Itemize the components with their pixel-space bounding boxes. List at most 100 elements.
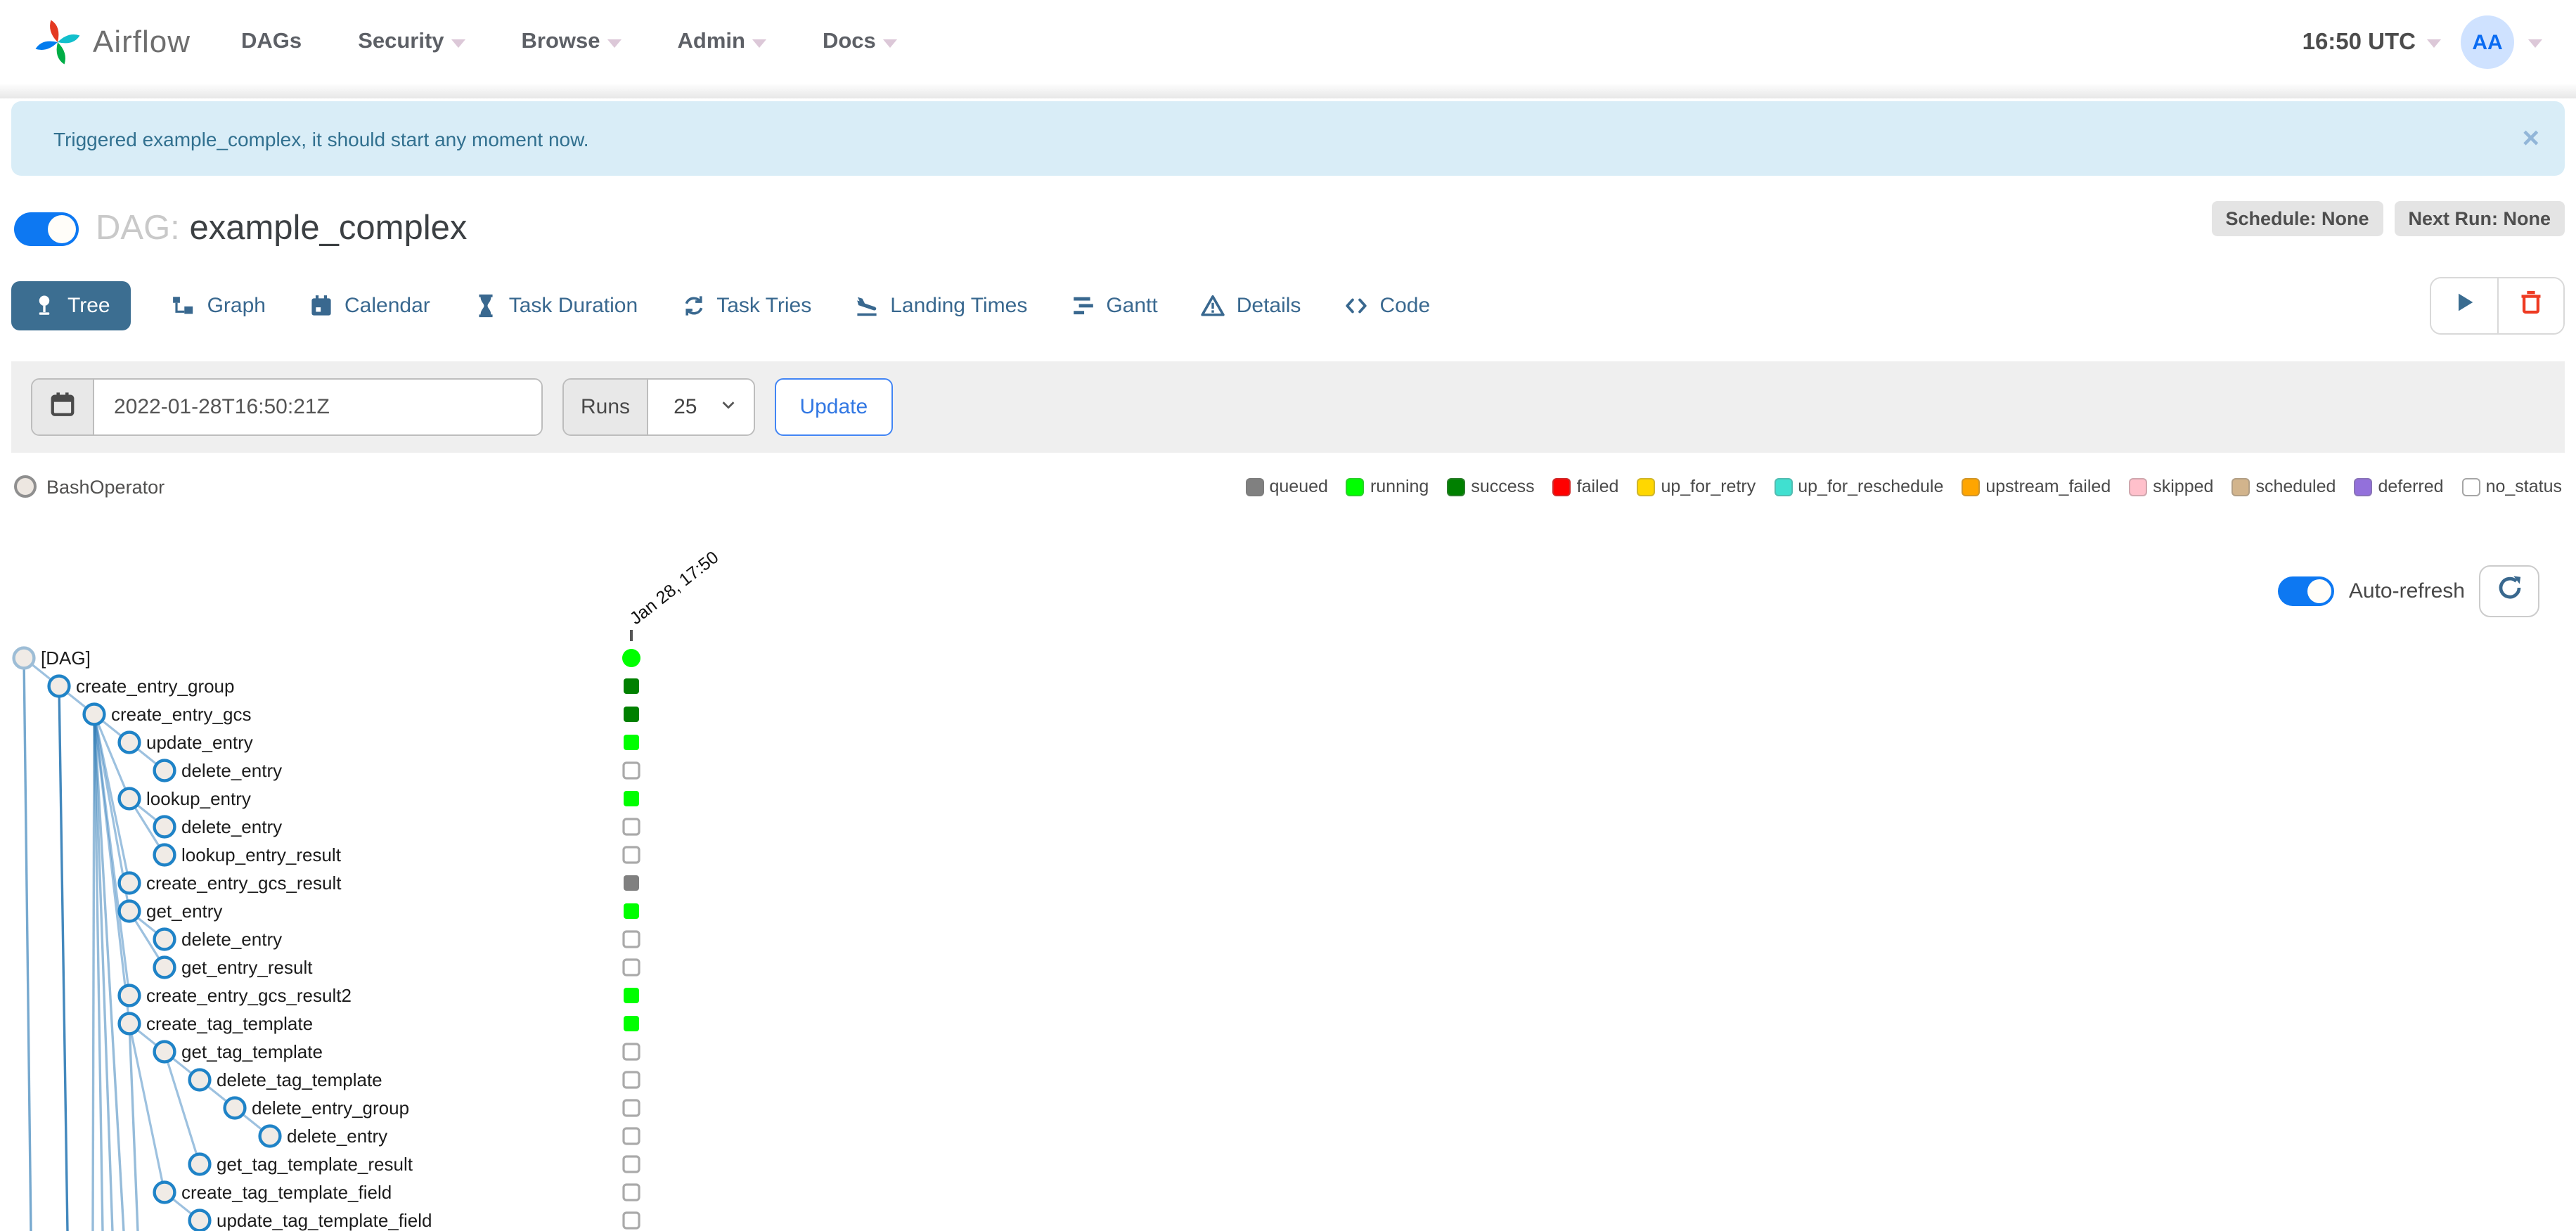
legend-item-upstream_failed[interactable]: upstream_failed bbox=[1962, 477, 2111, 496]
calendar-addon[interactable] bbox=[32, 380, 94, 434]
dag-pause-toggle[interactable] bbox=[14, 212, 79, 246]
legend-item-scheduled[interactable]: scheduled bbox=[2232, 477, 2336, 496]
nav-item-docs[interactable]: Docs bbox=[823, 30, 897, 55]
task-status-square[interactable] bbox=[622, 1071, 640, 1089]
task-node[interactable] bbox=[153, 759, 176, 782]
legend-item-queued[interactable]: queued bbox=[1245, 477, 1328, 496]
task-status-square[interactable] bbox=[622, 1127, 640, 1145]
auto-refresh-toggle[interactable] bbox=[2278, 576, 2335, 606]
task-node[interactable] bbox=[258, 1124, 282, 1148]
nav-item-security[interactable]: Security bbox=[358, 30, 465, 55]
nav-item-browse[interactable]: Browse bbox=[522, 30, 622, 55]
task-node[interactable] bbox=[188, 1068, 212, 1092]
task-status-square[interactable] bbox=[622, 761, 640, 780]
legend-item-up_for_retry[interactable]: up_for_retry bbox=[1637, 477, 1756, 496]
task-node[interactable] bbox=[12, 646, 36, 670]
legend-item-no_status[interactable]: no_status bbox=[2461, 477, 2562, 496]
task-label[interactable]: create_tag_template bbox=[146, 1013, 313, 1034]
user-menu[interactable]: AA bbox=[2461, 15, 2542, 69]
task-node[interactable] bbox=[153, 1040, 176, 1064]
tab-task-tries[interactable]: Task Tries bbox=[678, 281, 814, 330]
task-status-square[interactable] bbox=[622, 930, 640, 948]
task-label[interactable]: create_entry_group bbox=[76, 676, 234, 697]
task-status-square[interactable] bbox=[624, 791, 639, 806]
task-node[interactable] bbox=[153, 955, 176, 979]
task-node[interactable] bbox=[153, 927, 176, 951]
tab-code[interactable]: Code bbox=[1341, 281, 1433, 330]
task-status-square[interactable] bbox=[624, 988, 639, 1003]
task-status-square[interactable] bbox=[624, 1016, 639, 1031]
task-label[interactable]: get_tag_template_result bbox=[217, 1154, 413, 1175]
task-node[interactable] bbox=[47, 674, 71, 698]
run-date-header[interactable]: Jan 28, 17:50 bbox=[626, 548, 745, 629]
task-node[interactable] bbox=[153, 843, 176, 867]
tab-landing-times[interactable]: Landing Times bbox=[852, 281, 1030, 330]
trigger-dag-button[interactable] bbox=[2431, 278, 2497, 333]
task-label[interactable]: update_entry bbox=[146, 732, 253, 753]
delete-dag-button[interactable] bbox=[2497, 278, 2563, 333]
task-status-square[interactable] bbox=[624, 707, 639, 722]
task-node[interactable] bbox=[117, 730, 141, 754]
task-node[interactable] bbox=[82, 702, 106, 726]
dag-run-status-circle[interactable] bbox=[622, 649, 640, 667]
task-status-square[interactable] bbox=[622, 1155, 640, 1173]
tab-graph[interactable]: Graph bbox=[169, 281, 269, 330]
nav-item-admin[interactable]: Admin bbox=[678, 30, 766, 55]
tab-gantt[interactable]: Gantt bbox=[1068, 281, 1160, 330]
task-label[interactable]: delete_entry bbox=[181, 929, 282, 950]
task-node[interactable] bbox=[117, 899, 141, 923]
task-label[interactable]: create_entry_gcs_result2 bbox=[146, 985, 352, 1006]
task-label[interactable]: delete_tag_template bbox=[217, 1069, 382, 1090]
task-label[interactable]: get_entry_result bbox=[181, 957, 313, 978]
task-label[interactable]: delete_entry bbox=[181, 816, 282, 837]
task-label[interactable]: get_entry bbox=[146, 901, 222, 922]
nav-item-dags[interactable]: DAGs bbox=[241, 30, 302, 55]
task-status-square[interactable] bbox=[624, 678, 639, 694]
task-node[interactable] bbox=[117, 871, 141, 895]
tab-tree[interactable]: Tree bbox=[11, 281, 131, 330]
update-button[interactable]: Update bbox=[774, 378, 894, 436]
task-status-square[interactable] bbox=[622, 1099, 640, 1117]
legend-item-success[interactable]: success bbox=[1447, 477, 1535, 496]
task-node[interactable] bbox=[117, 787, 141, 811]
legend-item-failed[interactable]: failed bbox=[1552, 477, 1618, 496]
legend-item-running[interactable]: running bbox=[1346, 477, 1429, 496]
task-status-square[interactable] bbox=[622, 1043, 640, 1061]
task-status-square[interactable] bbox=[622, 1183, 640, 1201]
close-icon[interactable]: × bbox=[2522, 124, 2539, 153]
task-status-square[interactable] bbox=[624, 875, 639, 891]
task-status-square[interactable] bbox=[622, 958, 640, 977]
task-node[interactable] bbox=[188, 1152, 212, 1176]
task-node[interactable] bbox=[223, 1096, 247, 1120]
task-status-square[interactable] bbox=[622, 818, 640, 836]
tab-details[interactable]: Details bbox=[1199, 281, 1304, 330]
tab-calendar[interactable]: Calendar bbox=[307, 281, 433, 330]
task-label[interactable]: create_entry_gcs bbox=[111, 704, 251, 725]
refresh-button[interactable] bbox=[2479, 565, 2539, 617]
task-label[interactable]: delete_entry_group bbox=[252, 1097, 409, 1119]
task-label[interactable]: lookup_entry bbox=[146, 788, 251, 809]
legend-item-skipped[interactable]: skipped bbox=[2129, 477, 2213, 496]
task-status-square[interactable] bbox=[622, 1211, 640, 1230]
clock-menu[interactable]: 16:50 UTC bbox=[2303, 29, 2441, 56]
task-label[interactable]: update_tag_template_field bbox=[217, 1210, 432, 1231]
legend-item-up_for_reschedule[interactable]: up_for_reschedule bbox=[1774, 477, 1943, 496]
task-label[interactable]: get_tag_template bbox=[181, 1041, 323, 1062]
task-node[interactable] bbox=[117, 984, 141, 1007]
legend-item-deferred[interactable]: deferred bbox=[2354, 477, 2444, 496]
task-node[interactable] bbox=[117, 1012, 141, 1036]
runs-select[interactable]: 25 bbox=[648, 380, 754, 434]
task-node[interactable] bbox=[188, 1209, 212, 1231]
tab-task-duration[interactable]: Task Duration bbox=[471, 281, 640, 330]
task-status-square[interactable] bbox=[622, 846, 640, 864]
task-label[interactable]: [DAG] bbox=[41, 647, 91, 669]
task-node[interactable] bbox=[153, 1180, 176, 1204]
task-label[interactable]: create_entry_gcs_result bbox=[146, 872, 342, 894]
airflow-brand[interactable]: Airflow bbox=[34, 18, 191, 66]
task-node[interactable] bbox=[153, 815, 176, 839]
task-status-square[interactable] bbox=[624, 735, 639, 750]
task-label[interactable]: create_tag_template_field bbox=[181, 1182, 392, 1203]
task-label[interactable]: delete_entry bbox=[287, 1126, 387, 1147]
task-status-square[interactable] bbox=[624, 903, 639, 919]
task-label[interactable]: delete_entry bbox=[181, 760, 282, 781]
